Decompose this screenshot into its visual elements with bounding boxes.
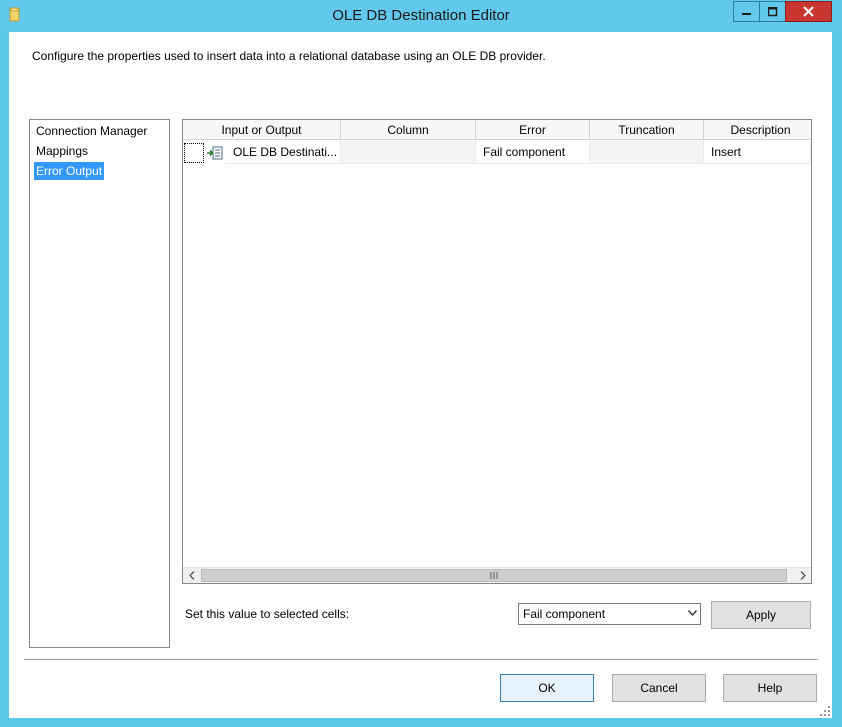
cell-error[interactable]: Fail component (476, 141, 590, 164)
column-header-description[interactable]: Description (704, 120, 811, 140)
nav-item-error-output[interactable]: Error Output (34, 162, 105, 180)
column-header-truncation[interactable]: Truncation (590, 120, 704, 140)
error-action-dropdown[interactable]: Fail component (518, 603, 701, 625)
window-title: OLE DB Destination Editor (332, 7, 510, 24)
grid-header: Input or Output Column Error Truncation … (183, 120, 811, 141)
title-bar[interactable]: OLE DB Destination Editor (0, 0, 842, 32)
cell-column[interactable] (341, 141, 476, 164)
apply-button[interactable]: Apply (711, 601, 811, 629)
cancel-button[interactable]: Cancel (612, 674, 706, 702)
chevron-left-icon (188, 571, 194, 580)
window-controls (733, 1, 832, 22)
cell-truncation[interactable] (590, 141, 704, 164)
resize-grip-icon[interactable] (820, 706, 830, 716)
dropdown-selected-value: Fail component (523, 607, 606, 621)
cell-description[interactable]: Insert (704, 141, 811, 164)
table-row[interactable]: OLE DB Destinati... Fail component Inser… (183, 141, 811, 165)
nav-item-connection-manager[interactable]: Connection Manager (34, 122, 149, 140)
scroll-left-button[interactable] (183, 568, 200, 583)
cell-input-or-output[interactable]: OLE DB Destinati... (225, 141, 341, 164)
dialog-description: Configure the properties used to insert … (32, 49, 546, 63)
ok-button[interactable]: OK (500, 674, 594, 702)
scrollbar-thumb[interactable] (201, 569, 787, 582)
scroll-right-button[interactable] (794, 568, 811, 583)
footer-separator (24, 659, 818, 661)
nav-item-mappings[interactable]: Mappings (34, 142, 90, 160)
error-output-grid[interactable]: Input or Output Column Error Truncation … (182, 119, 812, 584)
maximize-icon (767, 6, 777, 16)
close-icon (803, 6, 814, 17)
input-table-icon (207, 146, 223, 160)
horizontal-scrollbar[interactable] (183, 567, 811, 583)
set-value-label: Set this value to selected cells: (185, 607, 350, 621)
grip-icon (490, 572, 498, 579)
column-header-column[interactable]: Column (341, 120, 476, 140)
chevron-down-icon (688, 610, 697, 616)
maximize-button[interactable] (759, 1, 786, 22)
close-button[interactable] (785, 1, 832, 22)
minimize-button[interactable] (733, 1, 760, 22)
column-header-error[interactable]: Error (476, 120, 590, 140)
minimize-icon (741, 12, 751, 15)
column-header-input-or-output[interactable]: Input or Output (183, 120, 341, 140)
navigation-list[interactable]: Connection Manager Mappings Error Output (29, 119, 170, 648)
row-header[interactable] (184, 143, 204, 163)
help-button[interactable]: Help (723, 674, 817, 702)
chevron-right-icon (800, 571, 806, 580)
dialog-client: Configure the properties used to insert … (9, 32, 832, 718)
